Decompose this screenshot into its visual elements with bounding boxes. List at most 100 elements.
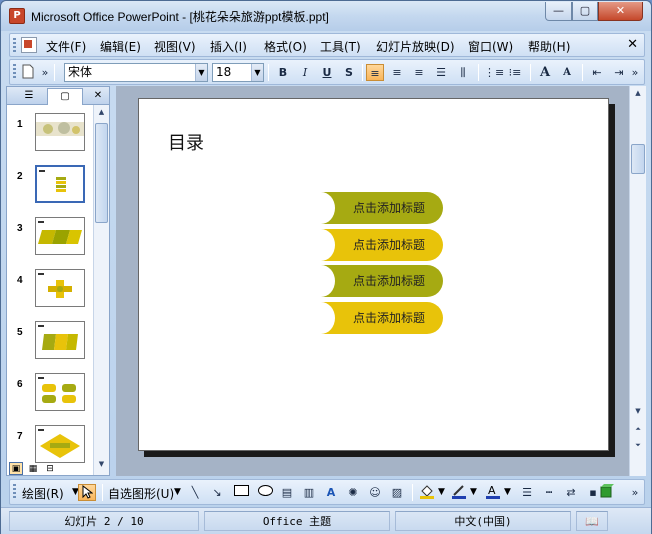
oval-icon[interactable] (256, 484, 274, 501)
distribute-button[interactable]: ⫼ (454, 64, 472, 81)
chevron-down-icon[interactable]: ▼ (195, 64, 207, 81)
chevron-down-icon[interactable]: ▼ (504, 487, 511, 497)
menu-help[interactable]: 帮助(H) (528, 38, 570, 55)
powerpoint-app-icon[interactable]: P (9, 8, 25, 24)
scroll-up-icon[interactable]: ▲ (630, 86, 646, 100)
increase-indent-icon[interactable]: ⇥ (610, 64, 628, 81)
scrollbar-thumb[interactable] (95, 123, 108, 223)
thumbnail-row[interactable]: 5 (7, 321, 93, 371)
draw-menu-button[interactable]: 绘图(R) (22, 485, 64, 502)
thumbnail-row[interactable]: 2 (7, 164, 93, 215)
document-close-button[interactable]: ✕ (627, 37, 638, 52)
toolbar-options-icon[interactable]: » (630, 484, 640, 501)
toolbar-grip[interactable] (13, 38, 16, 53)
toc-item[interactable]: 点击添加标题 (307, 229, 443, 261)
scroll-up-icon[interactable]: ▲ (94, 105, 109, 119)
tab-outline[interactable]: ☰ (11, 88, 47, 105)
menu-format[interactable]: 格式(O) (264, 38, 307, 55)
textbox-icon[interactable]: ▤ (278, 484, 296, 501)
chevron-down-icon[interactable]: ▼ (174, 487, 181, 497)
scroll-down-icon[interactable]: ▼ (630, 404, 646, 418)
slideshow-view-button[interactable]: ⊟ (43, 462, 57, 475)
menu-window[interactable]: 窗口(W) (468, 38, 513, 55)
select-objects-icon[interactable] (78, 484, 96, 501)
slide-thumbnail[interactable] (35, 425, 85, 463)
next-slide-icon[interactable]: ⏷ (630, 438, 646, 452)
italic-button[interactable]: I (296, 64, 314, 81)
numbered-list-icon[interactable]: ⋮≡ (484, 64, 504, 81)
3d-style-icon[interactable] (598, 484, 616, 501)
font-name-select[interactable]: 宋体 ▼ (64, 63, 208, 82)
align-center-button[interactable]: ≡ (388, 64, 406, 81)
thumbnail-row[interactable]: 4 (7, 269, 93, 319)
thumbnail-row[interactable]: 6 (7, 373, 93, 423)
minimize-button[interactable]: — (545, 2, 572, 21)
toc-item[interactable]: 点击添加标题 (307, 302, 443, 334)
slide-sorter-view-button[interactable]: ▦ (26, 462, 40, 475)
decrease-font-button[interactable]: A (558, 64, 576, 81)
menu-view[interactable]: 视图(V) (154, 38, 196, 55)
underline-button[interactable]: U (318, 64, 336, 81)
increase-font-button[interactable]: A (536, 64, 554, 81)
thumbnail-row[interactable]: 1 (7, 113, 93, 163)
align-right-button[interactable]: ≡ (410, 64, 428, 81)
font-color-icon[interactable]: A (484, 484, 502, 501)
toolbar-options-icon[interactable]: » (630, 64, 640, 81)
wordart-icon[interactable]: A (322, 484, 340, 501)
slide-scrollbar[interactable]: ▲ ▼ ⏶ ⏷ (629, 86, 646, 476)
normal-view-button[interactable]: ▣ (9, 462, 23, 475)
slide-thumbnail[interactable] (35, 373, 85, 411)
new-document-icon[interactable] (19, 64, 37, 81)
slide-thumbnail[interactable] (35, 217, 85, 255)
shadow-button[interactable]: S (340, 64, 358, 81)
toolbar-grip[interactable] (13, 484, 16, 499)
tab-slides[interactable]: ▢ (47, 88, 83, 105)
line-icon[interactable]: ╲ (186, 484, 204, 501)
autoshapes-button[interactable]: 自选图形(U) (108, 485, 174, 502)
vertical-textbox-icon[interactable]: ▥ (300, 484, 318, 501)
thumbnail-scrollbar[interactable]: ▲ ▼ (93, 105, 109, 475)
document-icon[interactable] (21, 37, 37, 53)
previous-slide-icon[interactable]: ⏶ (630, 422, 646, 436)
spellcheck-icon[interactable]: 📖 (576, 511, 608, 531)
dash-style-icon[interactable]: ┅ (540, 484, 558, 501)
slide-title[interactable]: 目录 (168, 129, 204, 155)
rectangle-icon[interactable] (232, 484, 250, 501)
arrow-style-icon[interactable]: ⇄ (562, 484, 580, 501)
diagram-icon[interactable]: ✺ (344, 484, 362, 501)
line-style-icon[interactable]: ☰ (518, 484, 536, 501)
maximize-button[interactable]: ▢ (572, 2, 598, 21)
toc-item[interactable]: 点击添加标题 (307, 192, 443, 224)
chevron-down-icon[interactable]: ▼ (470, 487, 477, 497)
thumbnail-row[interactable]: 3 (7, 217, 93, 267)
arrow-icon[interactable]: ↘ (208, 484, 226, 501)
close-button[interactable]: ✕ (598, 2, 643, 21)
scrollbar-thumb[interactable] (631, 144, 645, 174)
menu-insert[interactable]: 插入(I) (210, 38, 247, 55)
picture-icon[interactable]: ▨ (388, 484, 406, 501)
panel-close-icon[interactable]: ✕ (91, 88, 105, 105)
menu-tools[interactable]: 工具(T) (320, 38, 361, 55)
menu-file[interactable]: 文件(F) (46, 38, 86, 55)
menu-edit[interactable]: 编辑(E) (100, 38, 141, 55)
slide-thumbnail[interactable] (35, 113, 85, 151)
bullet-list-icon[interactable]: ⁝≡ (506, 64, 524, 81)
justify-button[interactable]: ☰ (432, 64, 450, 81)
fill-color-icon[interactable] (418, 484, 436, 501)
bold-button[interactable]: B (274, 64, 292, 81)
decrease-indent-icon[interactable]: ⇤ (588, 64, 606, 81)
slide-thumbnail[interactable] (35, 321, 85, 359)
toolbar-options-icon[interactable]: » (40, 64, 50, 81)
font-size-select[interactable]: 18 ▼ (212, 63, 264, 82)
slide-thumbnail[interactable] (35, 269, 85, 307)
align-left-button[interactable]: ≡ (366, 64, 384, 81)
slide-thumbnail-selected[interactable] (34, 164, 86, 204)
chevron-down-icon[interactable]: ▼ (251, 64, 263, 81)
toolbar-grip[interactable] (13, 64, 16, 79)
current-slide[interactable]: 目录 点击添加标题 点击添加标题 点击添加标题 点击添加标题 (138, 98, 609, 451)
toc-item[interactable]: 点击添加标题 (307, 265, 443, 297)
chevron-down-icon[interactable]: ▼ (438, 487, 445, 497)
line-color-icon[interactable] (450, 484, 468, 501)
menu-slideshow[interactable]: 幻灯片放映(D) (376, 38, 455, 55)
clipart-icon[interactable]: ☺ (366, 484, 384, 501)
